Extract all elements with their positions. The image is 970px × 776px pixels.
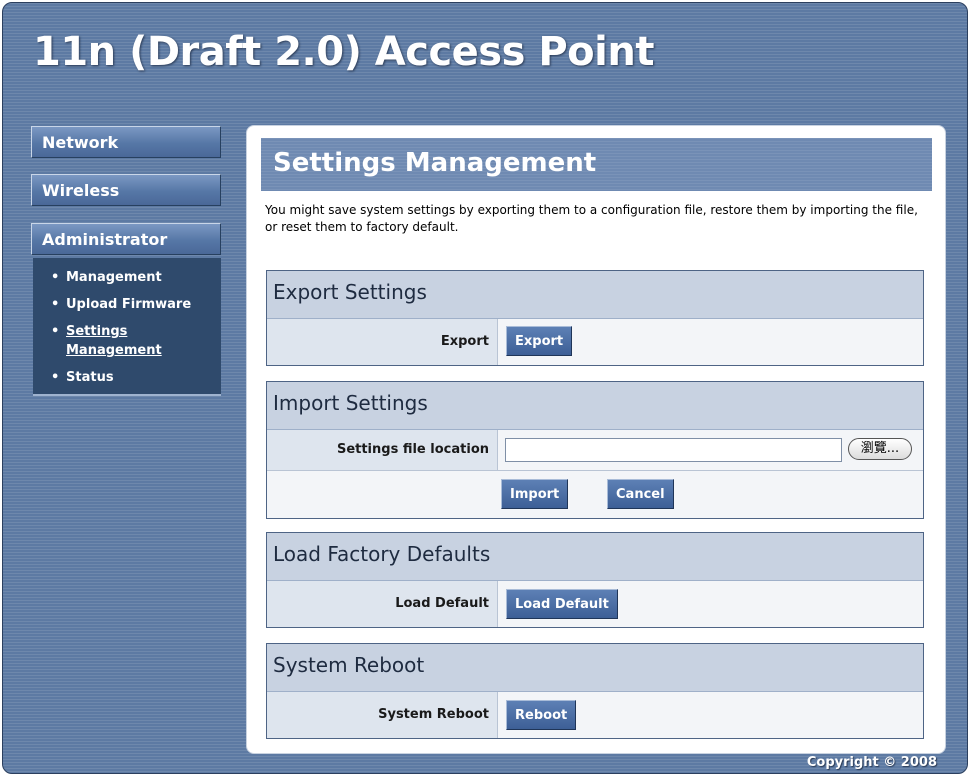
submenu-item-management[interactable]: • Management (51, 268, 162, 287)
load-default-row: Load Default Load Default (267, 581, 923, 627)
system-reboot-section: System Reboot System Reboot Reboot (266, 643, 924, 739)
settings-file-input[interactable] (505, 438, 842, 462)
bullet-icon: • (51, 297, 60, 312)
submenu-item-status[interactable]: • Status (51, 368, 114, 387)
export-row: Export Export (267, 319, 923, 365)
main-panel: Settings Management You might save syste… (246, 125, 946, 754)
nav-wireless-button[interactable]: Wireless (31, 174, 221, 206)
system-reboot-heading: System Reboot (267, 644, 923, 692)
bullet-icon: • (51, 270, 60, 285)
bullet-icon: • (51, 370, 60, 385)
import-actions-row: Import Cancel (267, 471, 923, 518)
import-file-row: Settings file location 瀏覽... (267, 430, 923, 471)
import-settings-section: Import Settings Settings file location 瀏… (266, 381, 924, 519)
bullet-icon: • (51, 324, 60, 339)
reboot-button[interactable]: Reboot (506, 700, 577, 730)
page-title: Settings Management (273, 148, 597, 178)
nav-network-button[interactable]: Network (31, 126, 221, 158)
export-settings-section: Export Settings Export Export (266, 270, 924, 366)
import-button[interactable]: Import (501, 479, 569, 509)
administrator-submenu: • Management • Upload Firmware • Settings M… (33, 258, 221, 396)
export-label: Export (440, 334, 489, 349)
settings-file-location-label: Settings file location (336, 442, 489, 457)
app-title: 11n (Draft 2.0) Access Point (33, 29, 654, 75)
browse-button[interactable]: 瀏覽... (848, 438, 912, 460)
load-default-button[interactable]: Load Default (506, 589, 618, 619)
nav-administrator-button[interactable]: Administrator (31, 223, 221, 255)
system-reboot-row: System Reboot Reboot (267, 692, 923, 738)
factory-defaults-section: Load Factory Defaults Load Default Load … (266, 532, 924, 628)
copyright-text: Copyright © 2008 (806, 755, 937, 770)
import-settings-heading: Import Settings (267, 382, 923, 430)
submenu-item-upload-firmware[interactable]: • Upload Firmware (51, 295, 191, 314)
export-button[interactable]: Export (506, 326, 573, 356)
export-settings-heading: Export Settings (267, 271, 923, 319)
page-header: Settings Management (261, 138, 932, 191)
load-default-label: Load Default (395, 596, 489, 611)
page-description: You might save system settings by export… (265, 203, 918, 234)
system-reboot-label: System Reboot (378, 707, 489, 722)
cancel-button[interactable]: Cancel (607, 479, 674, 509)
factory-defaults-heading: Load Factory Defaults (267, 533, 923, 581)
submenu-item-settings-management[interactable]: • Settings Management (51, 322, 216, 360)
page-frame: 11n (Draft 2.0) Access Point Network Wir… (2, 2, 968, 774)
